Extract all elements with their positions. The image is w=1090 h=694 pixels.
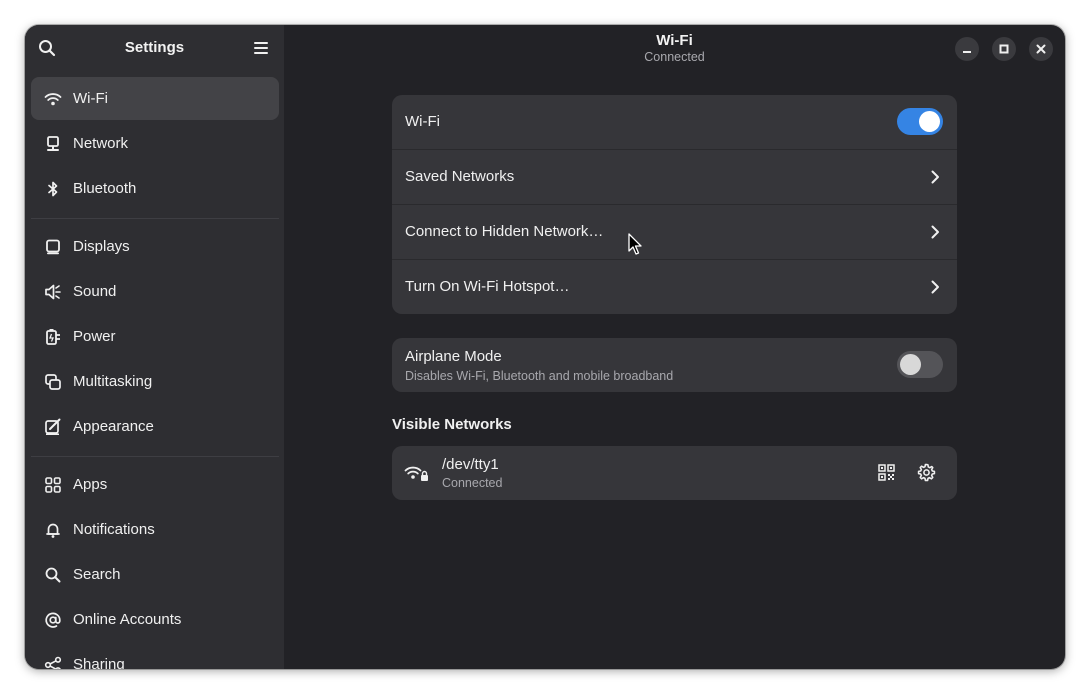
airplane-mode-row[interactable]: Airplane Mode Disables Wi-Fi, Bluetooth … [392, 338, 957, 392]
sidebar-item-notifications[interactable]: Notifications [31, 508, 279, 551]
sidebar-item-label: Sharing [73, 656, 125, 669]
switch-knob [900, 354, 921, 375]
wifi-secure-signal-icon [404, 466, 428, 481]
close-button[interactable] [1029, 37, 1053, 61]
chevron-right-icon [931, 225, 939, 239]
sidebar-item-wifi[interactable]: Wi-Fi [31, 77, 279, 120]
sidebar-item-appearance[interactable]: Appearance [31, 405, 279, 448]
sidebar-item-network[interactable]: Network [31, 122, 279, 165]
wifi-switch[interactable] [897, 108, 943, 135]
maximize-icon [999, 44, 1009, 54]
network-icon [43, 134, 62, 153]
sidebar-item-label: Sound [73, 283, 117, 300]
airplane-mode-label: Airplane Mode [405, 348, 502, 365]
minimize-icon [963, 51, 971, 53]
sidebar-item-multitasking[interactable]: Multitasking [31, 360, 279, 403]
sidebar-item-online-accounts[interactable]: Online Accounts [31, 598, 279, 641]
chevron-right-icon [931, 170, 939, 184]
settings-window: Settings Wi-Fi Network Bluetooth Display… [25, 25, 1065, 669]
gear-icon[interactable] [917, 463, 936, 482]
maximize-button[interactable] [992, 37, 1016, 61]
at-sign-icon [43, 610, 62, 629]
sidebar-item-label: Notifications [73, 521, 155, 538]
sidebar-title: Settings [124, 39, 185, 56]
wifi-settings-card: Wi-Fi Saved Networks Connect to Hidden N… [392, 95, 957, 314]
sidebar-item-label: Appearance [73, 418, 154, 435]
qr-code-icon[interactable] [878, 464, 895, 481]
bluetooth-icon [43, 179, 62, 198]
power-icon [43, 327, 62, 346]
sidebar-item-label: Multitasking [73, 373, 153, 390]
sidebar-item-displays[interactable]: Displays [31, 225, 279, 268]
sidebar-item-search[interactable]: Search [31, 553, 279, 596]
search-icon [43, 565, 62, 584]
saved-networks-label: Saved Networks [405, 168, 515, 185]
sidebar-header: Settings [25, 25, 284, 71]
sidebar-divider [31, 456, 279, 457]
sidebar-item-label: Power [73, 328, 116, 345]
minimize-button[interactable] [955, 37, 979, 61]
page-subtitle: Connected [644, 50, 705, 64]
sidebar-item-apps[interactable]: Apps [31, 463, 279, 506]
hidden-network-row[interactable]: Connect to Hidden Network… [392, 204, 957, 259]
sidebar-item-bluetooth[interactable]: Bluetooth [31, 167, 279, 210]
close-icon [1036, 44, 1046, 54]
speaker-icon [43, 282, 62, 301]
hotspot-label: Turn On Wi-Fi Hotspot… [405, 278, 570, 295]
sidebar-item-label: Online Accounts [73, 611, 182, 628]
hotspot-row[interactable]: Turn On Wi-Fi Hotspot… [392, 259, 957, 314]
display-icon [43, 237, 62, 256]
network-row[interactable]: /dev/tty1 Connected [392, 446, 957, 500]
sidebar-item-label: Displays [73, 238, 130, 255]
wifi-toggle-label: Wi-Fi [405, 113, 440, 130]
share-icon [43, 655, 62, 669]
main-content: Wi-Fi Connected Wi-Fi Saved Networks Con… [284, 25, 1065, 669]
sidebar-item-label: Search [73, 566, 121, 583]
airplane-mode-card: Airplane Mode Disables Wi-Fi, Bluetooth … [392, 338, 957, 392]
sidebar-item-label: Bluetooth [73, 180, 137, 197]
wifi-toggle-row[interactable]: Wi-Fi [392, 95, 957, 149]
hamburger-menu-icon[interactable] [252, 40, 270, 56]
switch-knob [919, 111, 940, 132]
wifi-icon [43, 89, 62, 108]
airplane-mode-switch[interactable] [897, 351, 943, 378]
sidebar-divider [31, 218, 279, 219]
sidebar-item-label: Network [73, 135, 129, 152]
sidebar-item-label: Apps [73, 476, 108, 493]
multitasking-icon [43, 372, 62, 391]
chevron-right-icon [931, 280, 939, 294]
mouse-pointer-icon [628, 233, 642, 255]
appearance-icon [43, 417, 62, 436]
network-name: /dev/tty1 [442, 456, 499, 473]
sidebar-item-label: Wi-Fi [73, 90, 108, 107]
visible-networks-heading: Visible Networks [392, 416, 512, 433]
hidden-network-label: Connect to Hidden Network… [405, 223, 604, 240]
network-status: Connected [442, 476, 503, 490]
bell-icon [43, 520, 62, 539]
apps-grid-icon [43, 475, 62, 494]
visible-networks-card: /dev/tty1 Connected [392, 446, 957, 500]
sidebar-item-sound[interactable]: Sound [31, 270, 279, 313]
airplane-mode-description: Disables Wi-Fi, Bluetooth and mobile bro… [405, 369, 674, 383]
page-title: Wi-Fi [656, 32, 693, 49]
saved-networks-row[interactable]: Saved Networks [392, 149, 957, 204]
sidebar-item-sharing[interactable]: Sharing [31, 643, 279, 669]
sidebar-item-power[interactable]: Power [31, 315, 279, 358]
sidebar: Settings Wi-Fi Network Bluetooth Display… [25, 25, 284, 669]
